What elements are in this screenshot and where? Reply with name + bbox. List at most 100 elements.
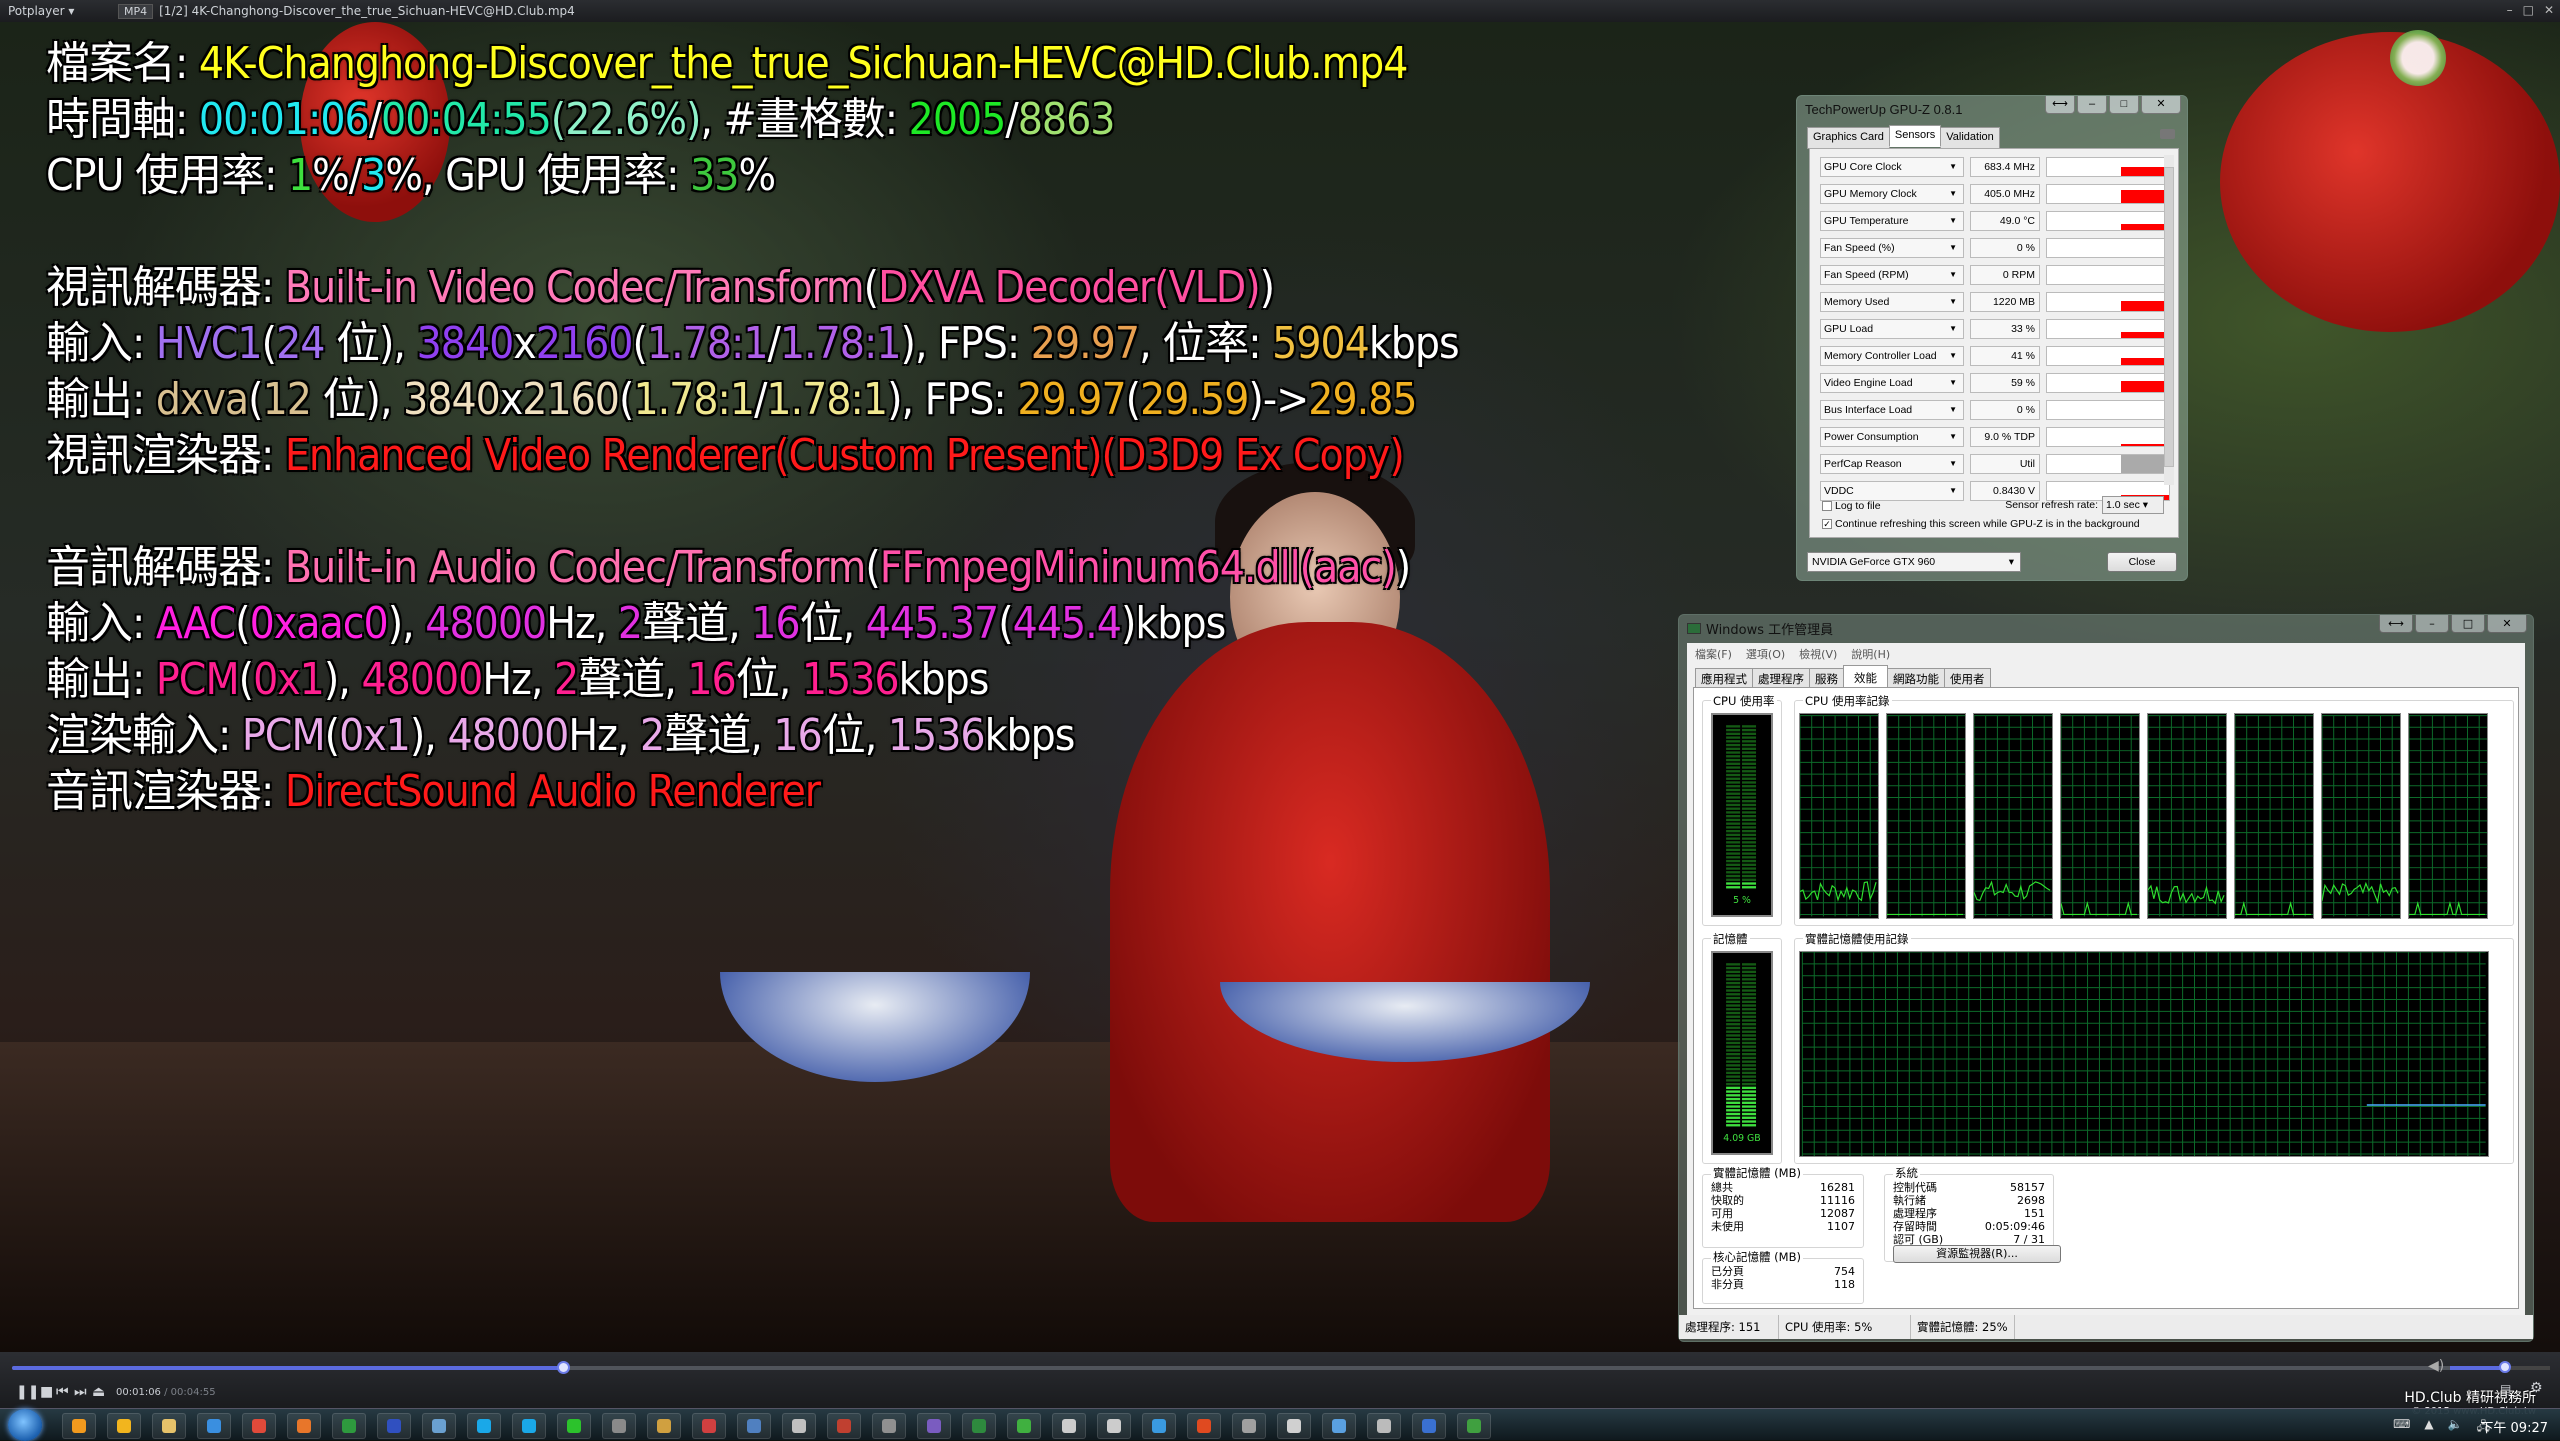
taskbar-button[interactable] bbox=[692, 1413, 726, 1439]
taskbar-button[interactable] bbox=[1052, 1413, 1086, 1439]
info-line: 輸出: dxva(12 位), 3840x2160(1.78:1/1.78:1)… bbox=[46, 372, 1459, 428]
gpuz-close-button[interactable]: ✕ bbox=[2141, 96, 2181, 114]
show-hidden-icons[interactable]: ▲ bbox=[2424, 1417, 2433, 1438]
gpuz-maximize-button[interactable]: □ bbox=[2109, 96, 2139, 114]
taskbar-button[interactable] bbox=[62, 1413, 96, 1439]
tm-maximize-button[interactable]: □ bbox=[2451, 615, 2485, 633]
volume-handle[interactable] bbox=[2499, 1361, 2511, 1373]
taskbar-button[interactable] bbox=[1142, 1413, 1176, 1439]
clock[interactable]: 下午 09:27 bbox=[2480, 1417, 2548, 1436]
tab-graphics-card[interactable]: Graphics Card bbox=[1807, 127, 1890, 149]
volume-slider[interactable] bbox=[2450, 1361, 2550, 1373]
sensor-name-select[interactable]: Power Consumption ▼ bbox=[1820, 427, 1964, 447]
keyboard-icon[interactable]: ⌨ bbox=[2393, 1417, 2410, 1438]
taskbar-button[interactable] bbox=[197, 1413, 231, 1439]
taskbar-button[interactable] bbox=[1412, 1413, 1446, 1439]
info-segment: PCM bbox=[155, 654, 240, 705]
sensor-name-select[interactable]: GPU Memory Clock ▼ bbox=[1820, 184, 1964, 204]
minimize-button[interactable]: – bbox=[2507, 3, 2513, 17]
info-segment: PCM bbox=[241, 710, 326, 761]
continue-refresh-checkbox[interactable]: ✓ Continue refreshing this screen while G… bbox=[1822, 518, 2140, 530]
taskbar-button[interactable] bbox=[377, 1413, 411, 1439]
meter-segment bbox=[1726, 740, 1741, 743]
taskbar-button[interactable] bbox=[647, 1413, 681, 1439]
sensor-name-select[interactable]: Fan Speed (RPM) ▼ bbox=[1820, 265, 1964, 285]
taskbar-button[interactable] bbox=[242, 1413, 276, 1439]
sensor-name-select[interactable]: GPU Core Clock ▼ bbox=[1820, 157, 1964, 177]
next-button[interactable]: ⏭ bbox=[74, 1384, 87, 1400]
taskbar-button[interactable] bbox=[152, 1413, 186, 1439]
taskbar-button[interactable] bbox=[1367, 1413, 1401, 1439]
gpuz-window[interactable]: TechPowerUp GPU-Z 0.8.1 ⟷ – □ ✕ Graphics… bbox=[1796, 95, 2188, 581]
pause-button[interactable]: ❚❚ bbox=[16, 1384, 39, 1400]
taskbar-button[interactable] bbox=[467, 1413, 501, 1439]
sensor-graph-bar bbox=[2121, 167, 2169, 176]
tab-sensors[interactable]: Sensors bbox=[1888, 125, 1942, 147]
taskbar-button[interactable] bbox=[107, 1413, 141, 1439]
tm-close-button[interactable]: ✕ bbox=[2487, 615, 2527, 633]
gpuz-resize-button[interactable]: ⟷ bbox=[2045, 96, 2075, 114]
taskbar-button[interactable] bbox=[737, 1413, 771, 1439]
taskbar-button[interactable] bbox=[827, 1413, 861, 1439]
taskbar-button[interactable] bbox=[287, 1413, 321, 1439]
taskbar-button[interactable] bbox=[872, 1413, 906, 1439]
menu-item[interactable]: 說明(H) bbox=[1851, 646, 1890, 662]
task-manager-window[interactable]: Windows 工作管理員 ⟷ – □ ✕ 檔案(F) 選項(O) 檢視(V) 說明(… bbox=[1678, 614, 2534, 1342]
log-to-file-checkbox[interactable]: Log to file bbox=[1822, 500, 1881, 512]
sensor-name-select[interactable]: GPU Load ▼ bbox=[1820, 319, 1964, 339]
seek-handle[interactable] bbox=[557, 1361, 571, 1374]
tm-resize-button[interactable]: ⟷ bbox=[2379, 615, 2413, 633]
refresh-rate-select[interactable]: 1.0 sec ▾ bbox=[2102, 496, 2164, 514]
meter-segment bbox=[1742, 788, 1757, 792]
taskbar-button[interactable] bbox=[1187, 1413, 1221, 1439]
menu-item[interactable]: 選項(O) bbox=[1746, 646, 1785, 662]
eject-button[interactable]: ⏏ bbox=[92, 1384, 105, 1400]
gpuz-minimize-button[interactable]: – bbox=[2077, 96, 2107, 114]
dropdown-arrow-icon: ▼ bbox=[1949, 459, 1957, 468]
taskbar-button[interactable] bbox=[332, 1413, 366, 1439]
tab-validation[interactable]: Validation bbox=[1940, 127, 2000, 149]
seek-bar[interactable] bbox=[12, 1361, 2452, 1374]
camera-icon[interactable] bbox=[2160, 129, 2175, 139]
taskbar-button[interactable] bbox=[602, 1413, 636, 1439]
sensor-name-select[interactable]: VDDC ▼ bbox=[1820, 481, 1964, 501]
sensors-scrollbar[interactable] bbox=[2164, 155, 2174, 485]
sensor-name-select[interactable]: Video Engine Load ▼ bbox=[1820, 373, 1964, 393]
sensor-name-select[interactable]: PerfCap Reason ▼ bbox=[1820, 454, 1964, 474]
sensor-name-select[interactable]: Fan Speed (%) ▼ bbox=[1820, 238, 1964, 258]
taskbar-button[interactable] bbox=[557, 1413, 591, 1439]
taskbar-button[interactable] bbox=[962, 1413, 996, 1439]
meter-segment bbox=[1726, 852, 1741, 855]
gpu-select[interactable]: NVIDIA GeForce GTX 960 ▾ bbox=[1807, 552, 2021, 572]
speaker-icon[interactable]: ◀) bbox=[2428, 1358, 2444, 1374]
maximize-button[interactable]: □ bbox=[2523, 3, 2534, 17]
taskbar-button[interactable] bbox=[512, 1413, 546, 1439]
previous-button[interactable]: ⏮ bbox=[56, 1384, 69, 1400]
taskbar-button[interactable] bbox=[1277, 1413, 1311, 1439]
sensor-name-select[interactable]: Memory Used ▼ bbox=[1820, 292, 1964, 312]
resource-monitor-button[interactable]: 資源監視器(R)... bbox=[1893, 1245, 2061, 1263]
taskbar-button[interactable] bbox=[1232, 1413, 1266, 1439]
menu-item[interactable]: 檢視(V) bbox=[1799, 646, 1837, 662]
taskbar-button[interactable] bbox=[1007, 1413, 1041, 1439]
taskbar-button[interactable] bbox=[1457, 1413, 1491, 1439]
stop-button[interactable]: ■ bbox=[40, 1384, 53, 1400]
gpuz-close-dialog-button[interactable]: Close bbox=[2107, 552, 2177, 572]
app-menu-button[interactable]: Potplayer ▾ bbox=[0, 4, 118, 18]
taskbar-button[interactable] bbox=[917, 1413, 951, 1439]
taskbar-button[interactable] bbox=[422, 1413, 456, 1439]
sensor-name-select[interactable]: Memory Controller Load ▼ bbox=[1820, 346, 1964, 366]
info-segment: DXVA Decoder(VLD) bbox=[878, 262, 1261, 313]
start-button[interactable] bbox=[8, 1409, 42, 1441]
sensor-name-select[interactable]: Bus Interface Load ▼ bbox=[1820, 400, 1964, 420]
taskbar-button[interactable] bbox=[1097, 1413, 1131, 1439]
close-button[interactable]: ✕ bbox=[2544, 3, 2554, 17]
volume-icon[interactable]: 🔈 bbox=[2448, 1417, 2463, 1438]
sensor-name-select[interactable]: GPU Temperature ▼ bbox=[1820, 211, 1964, 231]
tm-minimize-button[interactable]: – bbox=[2415, 615, 2449, 633]
taskbar-button[interactable] bbox=[782, 1413, 816, 1439]
taskbar-button[interactable] bbox=[1322, 1413, 1356, 1439]
info-segment: Hz, bbox=[546, 598, 618, 649]
meter-segment bbox=[1726, 743, 1741, 747]
menu-item[interactable]: 檔案(F) bbox=[1695, 646, 1732, 662]
